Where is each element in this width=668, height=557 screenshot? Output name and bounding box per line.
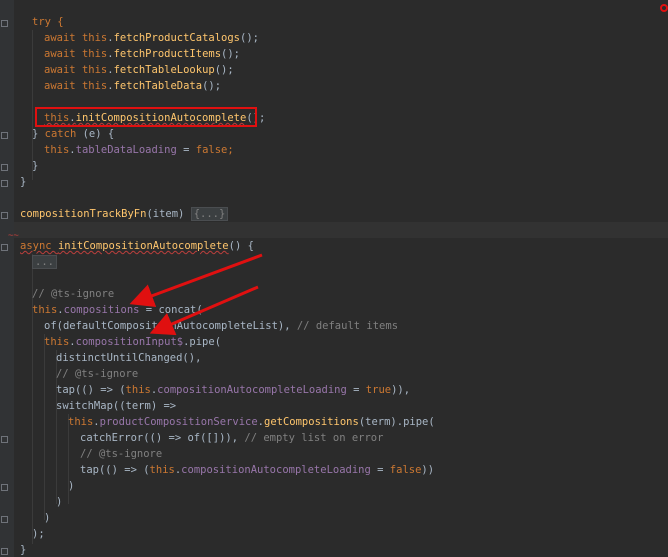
code-editor[interactable]: ~~ try { await this.fetchProductCatalogs…: [0, 0, 668, 557]
annotation-arrow: [149, 285, 259, 336]
annotation-arrows: [129, 253, 263, 336]
